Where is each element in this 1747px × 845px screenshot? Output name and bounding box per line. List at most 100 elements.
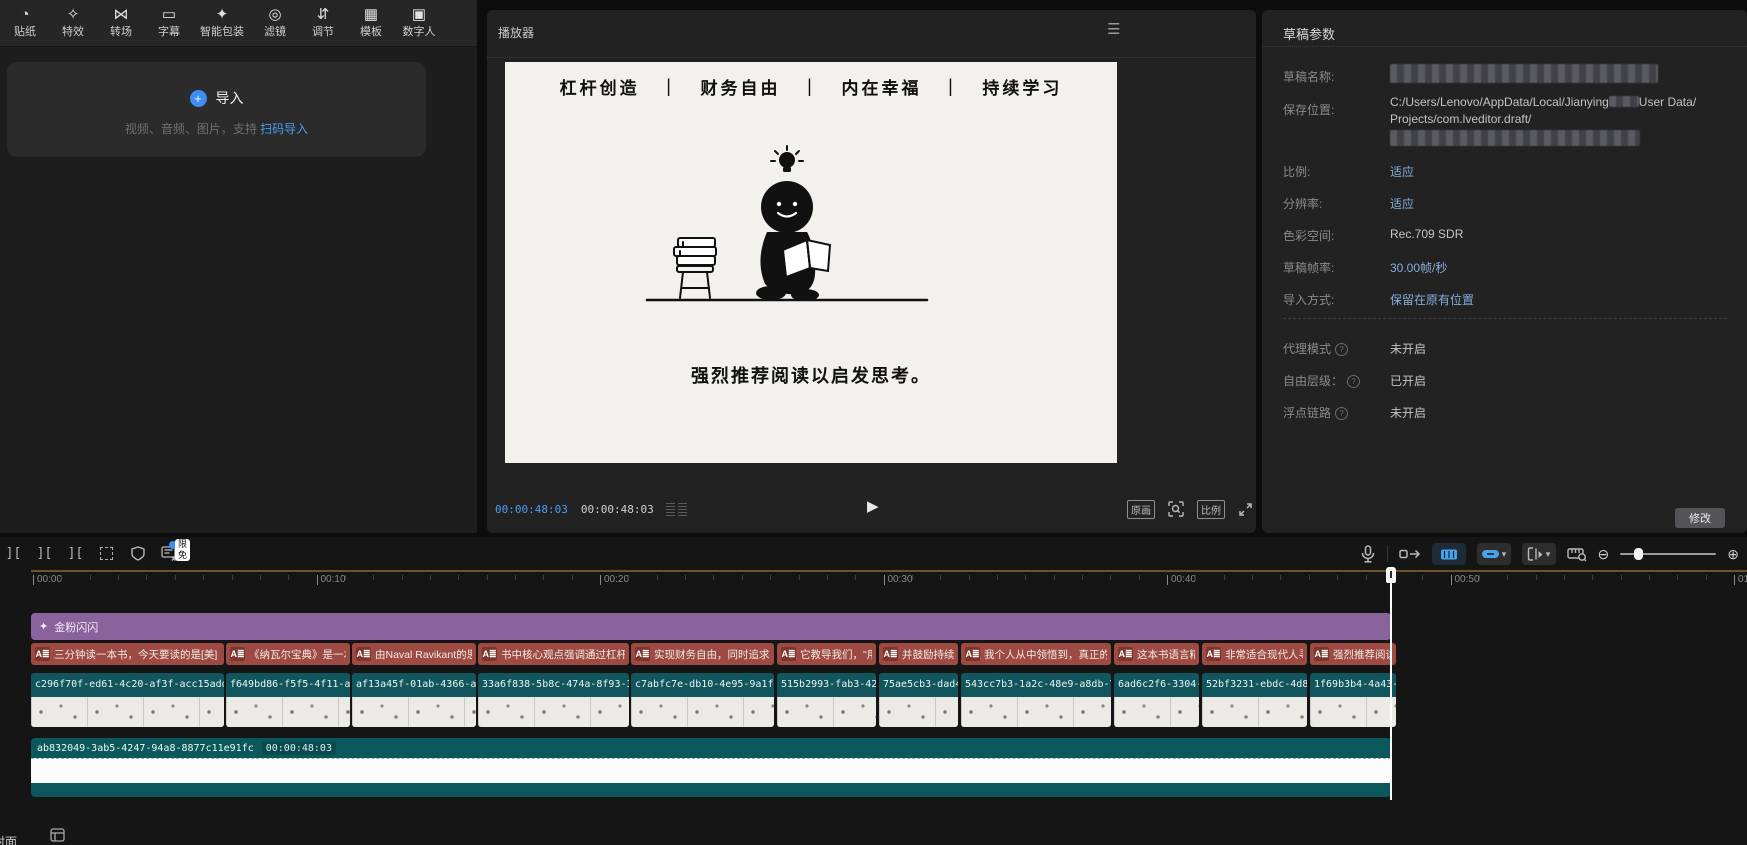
toolbar-templates[interactable]: ▦模板 [354,7,388,39]
subtitle-clip[interactable]: A≣它教导我们，"用 [777,643,876,665]
video-clip[interactable]: 543cc7b3-1a2c-48e9-a8db-74 [961,673,1111,727]
ruler-tick [912,575,913,580]
subtitle-clip[interactable]: A≣我个人从中领悟到，真正的富 [961,643,1111,665]
subtitle-clip[interactable]: A≣《纳瓦尔宝典》是一本 [226,643,350,665]
zoom-in-icon[interactable]: ⊕ [1727,547,1739,561]
timeline-ruler[interactable]: 00:0000:1000:2000:3000:4000:5001:00 [0,573,1747,593]
redacted-path-line [1390,130,1640,146]
split-right-icon[interactable]: ][ [67,545,84,562]
ratio-button[interactable]: 比例 [1197,500,1225,519]
help-icon[interactable]: ? [1347,375,1360,388]
video-clip-thumbnails [352,697,476,727]
resolution-value[interactable]: 适应 [1390,195,1414,212]
playhead-line [1390,581,1392,800]
text-badge-icon: A≣ [1118,647,1133,661]
video-caption: 强烈推荐阅读以启发思考。 [505,362,1117,388]
subtitle-clip[interactable]: A≣并鼓励持续学 [879,643,958,665]
toolbar-smart-pack[interactable]: ✦智能包装 [200,7,244,39]
menu-separator: | [807,76,815,97]
video-clip-id: 75ae5cb3-dad4- [879,673,958,697]
crop-icon[interactable] [98,545,115,562]
timeline-scale-icon[interactable] [1567,546,1587,562]
ruler-tick [1451,575,1452,585]
frame-rate-value[interactable]: 30.00帧/秒 [1390,259,1447,276]
subtitle-text: 它教导我们，"用 [800,647,872,662]
subtitle-clip[interactable]: A≣这本书语言精 [1114,643,1199,665]
video-clip[interactable]: 1f69b3b4-4a43- [1310,673,1396,727]
quality-button[interactable]: 原画 [1127,500,1155,519]
timeline-zoom-slider[interactable] [1620,553,1716,555]
import-button[interactable]: + 导入 [7,88,426,108]
ruler-tick [855,575,856,580]
cover-label: 封面 [0,833,17,845]
snap-icon[interactable] [1399,547,1421,561]
video-clip[interactable]: 52bf3231-ebdc-4d81- [1202,673,1307,727]
video-clip-thumbnails [478,697,629,727]
toolbar-captions[interactable]: ▭字幕 [152,7,186,39]
record-voice-icon[interactable] [1360,545,1376,563]
subtitle-clip[interactable]: A≣强烈推荐阅读 [1310,643,1396,665]
focus-zoom-icon[interactable] [1168,501,1184,517]
split-icon[interactable]: ][ [36,545,53,562]
video-clip[interactable]: 6ad6c2f6-3304- [1114,673,1199,727]
zoom-out-icon[interactable]: ⊖ [1598,547,1610,561]
video-clip[interactable]: 33a6f838-5b8c-474a-8f93-353 [478,673,629,727]
modify-button[interactable]: 修改 [1675,508,1725,528]
help-icon[interactable]: ? [1335,407,1348,420]
audio-waveform [31,758,1391,783]
video-clip[interactable]: f649bd86-f5f5-4f11-ae32 [226,673,350,727]
subtitle-clip[interactable]: A≣书中核心观点强调通过杠杆（ [478,643,629,665]
effect-track-gold-sparkle[interactable]: ✦ 金粉闪闪 [31,613,1391,640]
plus-icon: + [190,90,207,107]
play-button[interactable]: ▶ [867,497,879,515]
toolbar-sticker[interactable]: ◔贴纸 [8,7,42,39]
video-clip-id: 52bf3231-ebdc-4d81- [1202,673,1307,697]
video-clip[interactable]: 75ae5cb3-dad4- [879,673,958,727]
audio-track-clip[interactable]: ab832049-3ab5-4247-94a8-8877c11e91fc 00:… [31,738,1391,797]
subtitle-clip[interactable]: A≣非常适合现代人寻求 [1202,643,1307,665]
filters-icon: ◎ [268,7,281,22]
video-preview[interactable]: 杠杆创造|财务自由|内在幸福|持续学习 [505,62,1117,463]
subtitle-text: 非常适合现代人寻求 [1225,647,1303,662]
frames-grid-icon[interactable] [666,503,687,516]
video-menu-item: 杠杆创造 [533,74,666,99]
ruler-tick [402,575,403,580]
ruler-tick [685,575,686,580]
ruler-tick [884,575,885,585]
video-clip[interactable]: c7abfc7e-db10-4e95-9a1f-7 [631,673,774,727]
toolbar-digital-human[interactable]: ▣数字人 [402,7,436,39]
ruler-tick [1649,575,1650,580]
playhead[interactable] [1386,567,1396,800]
zoom-slider-thumb[interactable] [1634,548,1643,560]
ruler-tick [799,575,800,580]
save-location-value: C:/Users/Lenovo/AppData/Local/JianyingUs… [1390,94,1724,128]
shield-icon[interactable] [129,545,146,562]
video-clip[interactable]: af13a45f-01ab-4366-a77 [352,673,476,727]
split-left-icon[interactable]: ][ [5,545,22,562]
cover-icon[interactable] [50,828,65,842]
timeline-toolbar-left: ][ ][ ][ 限免 [5,545,177,562]
free-layer-label: 自由层级：? [1283,372,1360,389]
preview-frame-button[interactable] [1432,543,1466,565]
import-mode-value[interactable]: 保留在原有位置 [1390,291,1474,308]
ruler-tick [1337,575,1338,580]
captions-icon: ▭ [162,7,176,22]
fullscreen-icon[interactable] [1238,502,1253,517]
help-icon[interactable]: ? [1335,343,1348,356]
ratio-value[interactable]: 适应 [1390,163,1414,180]
toolbar-effects[interactable]: ✧特效 [56,7,90,39]
video-clip[interactable]: 515b2993-fab3-426 [777,673,876,727]
player-menu-icon[interactable]: ☰ [1107,20,1120,38]
link-mode-button[interactable]: ▾ [1477,543,1511,565]
ruler-tick-label: 00:10 [321,574,346,585]
subtitle-clip[interactable]: A≣实现财务自由，同时追求内 [631,643,774,665]
toolbar-filters[interactable]: ◎滤镜 [258,7,292,39]
scan-import-link[interactable]: 扫码导入 [260,122,308,136]
preview-axis-button[interactable]: ▾ [1522,543,1556,565]
toolbar-transition[interactable]: ⋈转场 [104,7,138,39]
toolbar-adjust[interactable]: ⇵调节 [306,7,340,39]
subtitle-clip[interactable]: A≣由Naval Ravikant的思 [352,643,476,665]
video-clip[interactable]: c296f70f-ed61-4c20-af3f-acc15addade [31,673,224,727]
subtitle-clip[interactable]: A≣三分钟读一本书，今天要读的是[美] 埃 [31,643,224,665]
toolbar-label: 滤镜 [264,23,286,39]
